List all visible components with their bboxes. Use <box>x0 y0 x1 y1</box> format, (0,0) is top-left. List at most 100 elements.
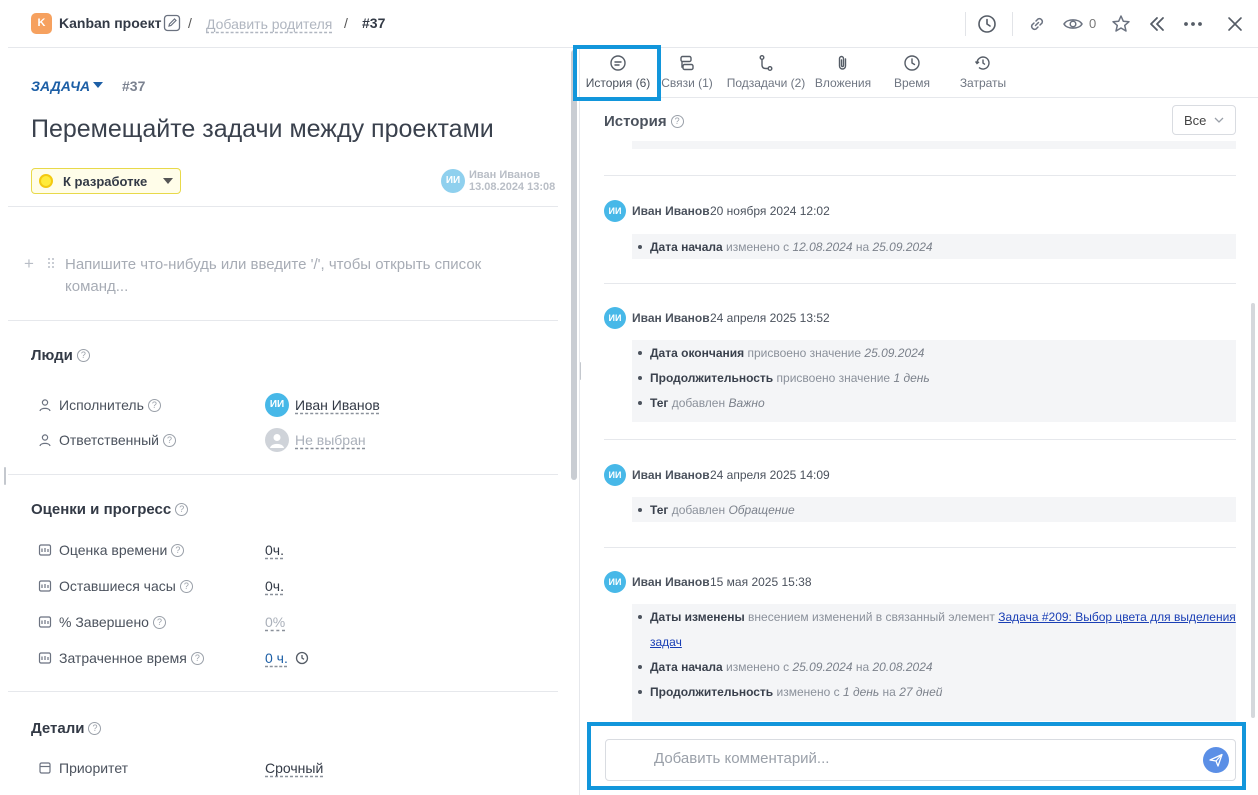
history-filter-select[interactable]: Все <box>1172 105 1236 135</box>
history-entry: ИИ Иван Иванов 24 апреля 2025 13:52 Дата… <box>604 307 1236 427</box>
remaining-hours-row: Оставшиеся часы? 0ч. <box>38 576 558 596</box>
chevron-down-icon <box>163 178 173 184</box>
priority-icon <box>39 762 51 774</box>
help-icon[interactable]: ? <box>76 349 90 362</box>
project-badge: K <box>31 13 52 34</box>
help-icon[interactable]: ? <box>147 399 161 412</box>
history-filter-value: Все <box>1184 113 1207 128</box>
eye-icon[interactable] <box>1062 13 1084 35</box>
avatar: ИИ <box>604 464 626 486</box>
change-item-continuation: задач <box>650 635 682 649</box>
links-icon <box>680 55 694 71</box>
add-block-icon[interactable]: + <box>24 254 34 274</box>
help-icon[interactable]: ? <box>88 722 102 735</box>
clock-icon <box>904 55 920 71</box>
tab-links[interactable]: Связи (1) <box>659 48 715 98</box>
help-icon[interactable]: ? <box>152 616 166 629</box>
chevron-down-icon[interactable] <box>93 82 103 88</box>
details-section-title: Детали? <box>31 720 102 737</box>
costs-icon <box>974 56 990 70</box>
change-item: Дата начала изменено с 25.09.2024 на 20.… <box>638 660 933 674</box>
chevron-down-icon <box>1214 117 1224 123</box>
people-section-title: Люди? <box>31 347 90 364</box>
help-icon[interactable]: ? <box>670 115 684 128</box>
description-editor[interactable]: Напишите что-нибудь или введите '/', что… <box>65 254 535 298</box>
task-type-selector[interactable]: ЗАДАЧА <box>31 78 90 94</box>
help-icon[interactable]: ? <box>179 580 193 593</box>
avatar: ИИ <box>604 571 626 593</box>
percent-complete-label: % Завершено? <box>59 614 166 630</box>
assignee-value[interactable]: Иван Иванов <box>295 397 380 413</box>
tab-label: Подзадачи (2) <box>726 76 806 90</box>
help-icon[interactable]: ? <box>162 434 176 447</box>
add-parent-link[interactable]: Добавить родителя <box>206 16 332 32</box>
clock-icon[interactable] <box>976 13 998 35</box>
clock-icon[interactable] <box>295 651 309 665</box>
change-item: Дата начала изменено с 12.08.2024 на 25.… <box>638 240 933 254</box>
linked-task-link[interactable]: Задача #209: Выбор цвета для выделения <box>998 610 1236 624</box>
history-entry: ИИ Иван Иванов 20 ноября 2024 12:02 Дата… <box>604 200 1236 260</box>
tab-time[interactable]: Время <box>887 48 937 98</box>
history-user: Иван Иванов <box>632 311 710 325</box>
subtasks-icon <box>759 55 773 71</box>
priority-row: Приоритет Срочный <box>38 758 558 778</box>
help-icon[interactable]: ? <box>171 544 185 557</box>
linked-task-link[interactable]: задач <box>650 635 682 649</box>
status-dropdown[interactable]: К разработке <box>31 168 181 194</box>
empty-avatar-icon <box>265 428 289 452</box>
status-label: К разработке <box>63 174 148 189</box>
divider <box>8 474 558 475</box>
edit-icon[interactable] <box>163 14 181 32</box>
estimate-icon <box>38 544 52 556</box>
comment-input[interactable] <box>654 750 1154 767</box>
scrollbar[interactable] <box>571 50 577 480</box>
estimate-value[interactable]: 0ч. <box>265 542 284 558</box>
history-user: Иван Иванов <box>632 468 710 482</box>
tab-label: Вложения <box>814 76 872 90</box>
help-icon[interactable]: ? <box>190 652 204 665</box>
breadcrumb-separator: / <box>188 15 192 31</box>
time-spent-value[interactable]: 0 ч. <box>265 650 288 666</box>
tab-costs[interactable]: Затраты <box>953 48 1013 98</box>
history-entry: ИИ Иван Иванов 24 апреля 2025 14:09 Тег … <box>604 464 1236 524</box>
close-icon[interactable] <box>1224 13 1246 35</box>
project-name[interactable]: Kanban проект <box>59 15 161 31</box>
breadcrumb-separator: / <box>344 15 348 31</box>
percent-complete-value[interactable]: 0% <box>265 614 285 630</box>
link-icon[interactable] <box>1026 13 1048 35</box>
send-button[interactable] <box>1203 747 1229 773</box>
tab-attachments[interactable]: Вложения <box>811 48 875 98</box>
history-feed: ИИ Иван Иванов 20 ноября 2024 12:02 Дата… <box>581 141 1251 721</box>
help-icon[interactable]: ? <box>175 503 189 516</box>
divider <box>604 175 1236 176</box>
collapse-icon[interactable] <box>1146 13 1168 35</box>
estimate-icon <box>38 652 52 664</box>
task-title[interactable]: Перемещайте задачи между проектами <box>31 115 494 144</box>
remaining-hours-value[interactable]: 0ч. <box>265 578 284 594</box>
star-icon[interactable] <box>1110 13 1132 35</box>
change-item: Продолжительность изменено с 1 день на 2… <box>638 685 942 699</box>
estimate-icon <box>38 616 52 628</box>
tab-label: Время <box>893 76 931 90</box>
scrollbar[interactable] <box>1251 303 1255 718</box>
drag-handle-icon[interactable] <box>47 257 55 269</box>
tab-label: Затраты <box>959 76 1007 90</box>
priority-value[interactable]: Срочный <box>265 760 323 776</box>
panel-resize-handle[interactable] <box>4 467 6 485</box>
history-entry: ИИ Иван Иванов 15 мая 2025 15:38 Даты из… <box>604 571 1236 721</box>
change-item: Даты изменены внесением изменений в связ… <box>638 610 1236 624</box>
divider <box>8 320 558 321</box>
responsible-value[interactable]: Не выбран <box>295 432 366 448</box>
history-icon <box>610 55 626 71</box>
change-item: Дата окончания присвоено значение 25.09.… <box>638 346 924 360</box>
history-user: Иван Иванов <box>632 575 710 589</box>
task-details-pane: ЗАДАЧА #37 Перемещайте задачи между прое… <box>8 48 580 795</box>
divider <box>604 547 1236 548</box>
tab-history[interactable]: История (6) <box>581 48 655 99</box>
divider <box>604 283 1236 284</box>
tab-subtasks[interactable]: Подзадачи (2) <box>723 48 809 98</box>
history-timestamp: 24 апреля 2025 14:09 <box>710 468 830 482</box>
history-timestamp: 15 мая 2025 15:38 <box>710 575 812 589</box>
more-icon[interactable] <box>1182 13 1204 35</box>
watch-count: 0 <box>1089 16 1097 31</box>
